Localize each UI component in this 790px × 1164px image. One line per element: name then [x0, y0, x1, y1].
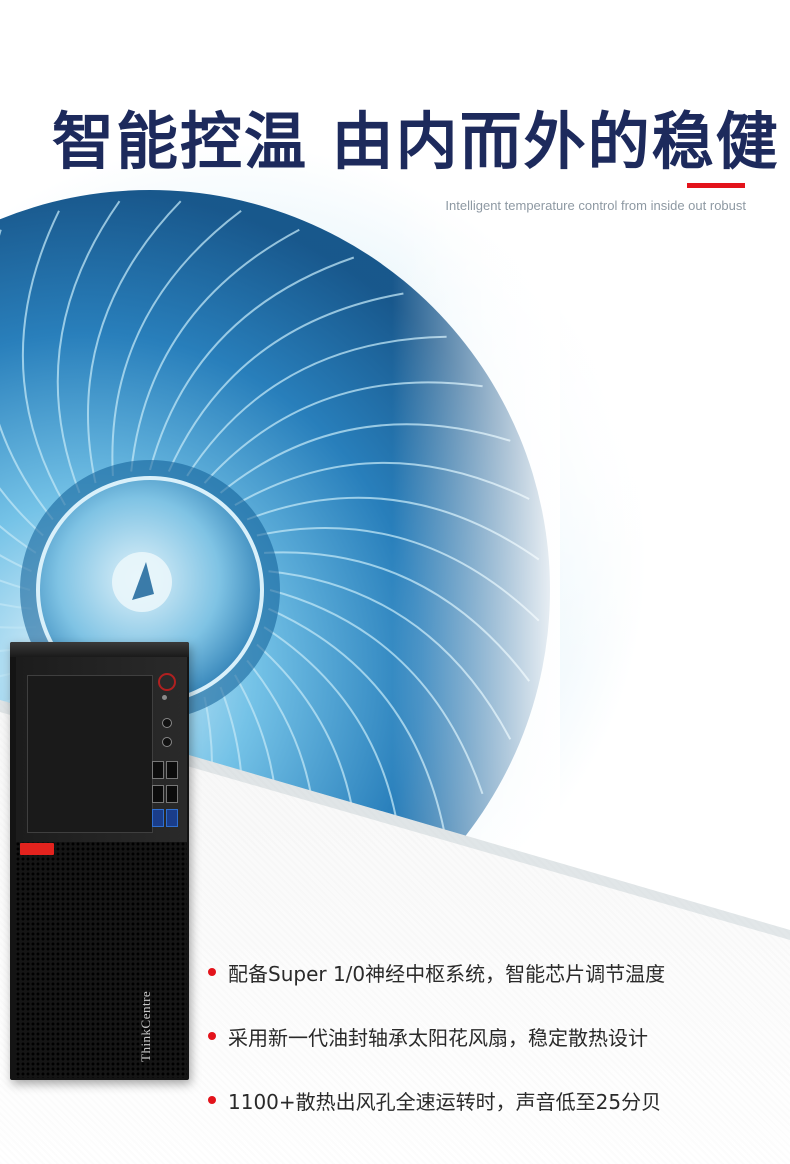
- usb-port-icon: [152, 785, 164, 803]
- microphone-jack-icon: [162, 737, 172, 747]
- feature-text: 配备Super 1/0神经中枢系统，智能芯片调节温度: [228, 961, 666, 986]
- tower-mesh-grille: [16, 842, 187, 1078]
- bullet-icon: [208, 1032, 216, 1040]
- bullet-icon: [208, 1096, 216, 1104]
- tower-front-panel: [16, 657, 187, 842]
- brand-logo: ThinkCentre: [138, 990, 153, 1062]
- feature-text: 采用新一代油封轴承太阳花风扇，稳定散热设计: [228, 1025, 648, 1050]
- list-item: 1100+散热出风孔全速运转时，声音低至25分贝: [208, 1084, 768, 1116]
- feature-text: 1100+散热出风孔全速运转时，声音低至25分贝: [228, 1089, 662, 1114]
- tower-top-panel: [10, 642, 189, 657]
- desktop-tower-image: ThinkCentre: [10, 642, 189, 1080]
- usb3-port-icon: [152, 809, 164, 827]
- product-feature-banner: 智能控温 由内而外的稳健 Intelligent temperature con…: [0, 0, 790, 1164]
- power-button-icon: [158, 673, 176, 691]
- usb-port-icon: [166, 785, 178, 803]
- page-subtitle: Intelligent temperature control from ins…: [445, 198, 746, 213]
- drive-bay: [27, 675, 153, 833]
- title-accent-bar: [687, 183, 745, 188]
- list-item: 采用新一代油封轴承太阳花风扇，稳定散热设计: [208, 1020, 768, 1052]
- list-item: 配备Super 1/0神经中枢系统，智能芯片调节温度: [208, 956, 768, 988]
- usb-port-icon: [166, 761, 178, 779]
- brand-red-tab: [20, 843, 54, 855]
- indicator-led-icon: [162, 695, 167, 700]
- headphone-jack-icon: [162, 718, 172, 728]
- usb-port-icon: [152, 761, 164, 779]
- page-title: 智能控温 由内而外的稳健: [52, 105, 780, 178]
- bullet-icon: [208, 968, 216, 976]
- usb3-port-icon: [166, 809, 178, 827]
